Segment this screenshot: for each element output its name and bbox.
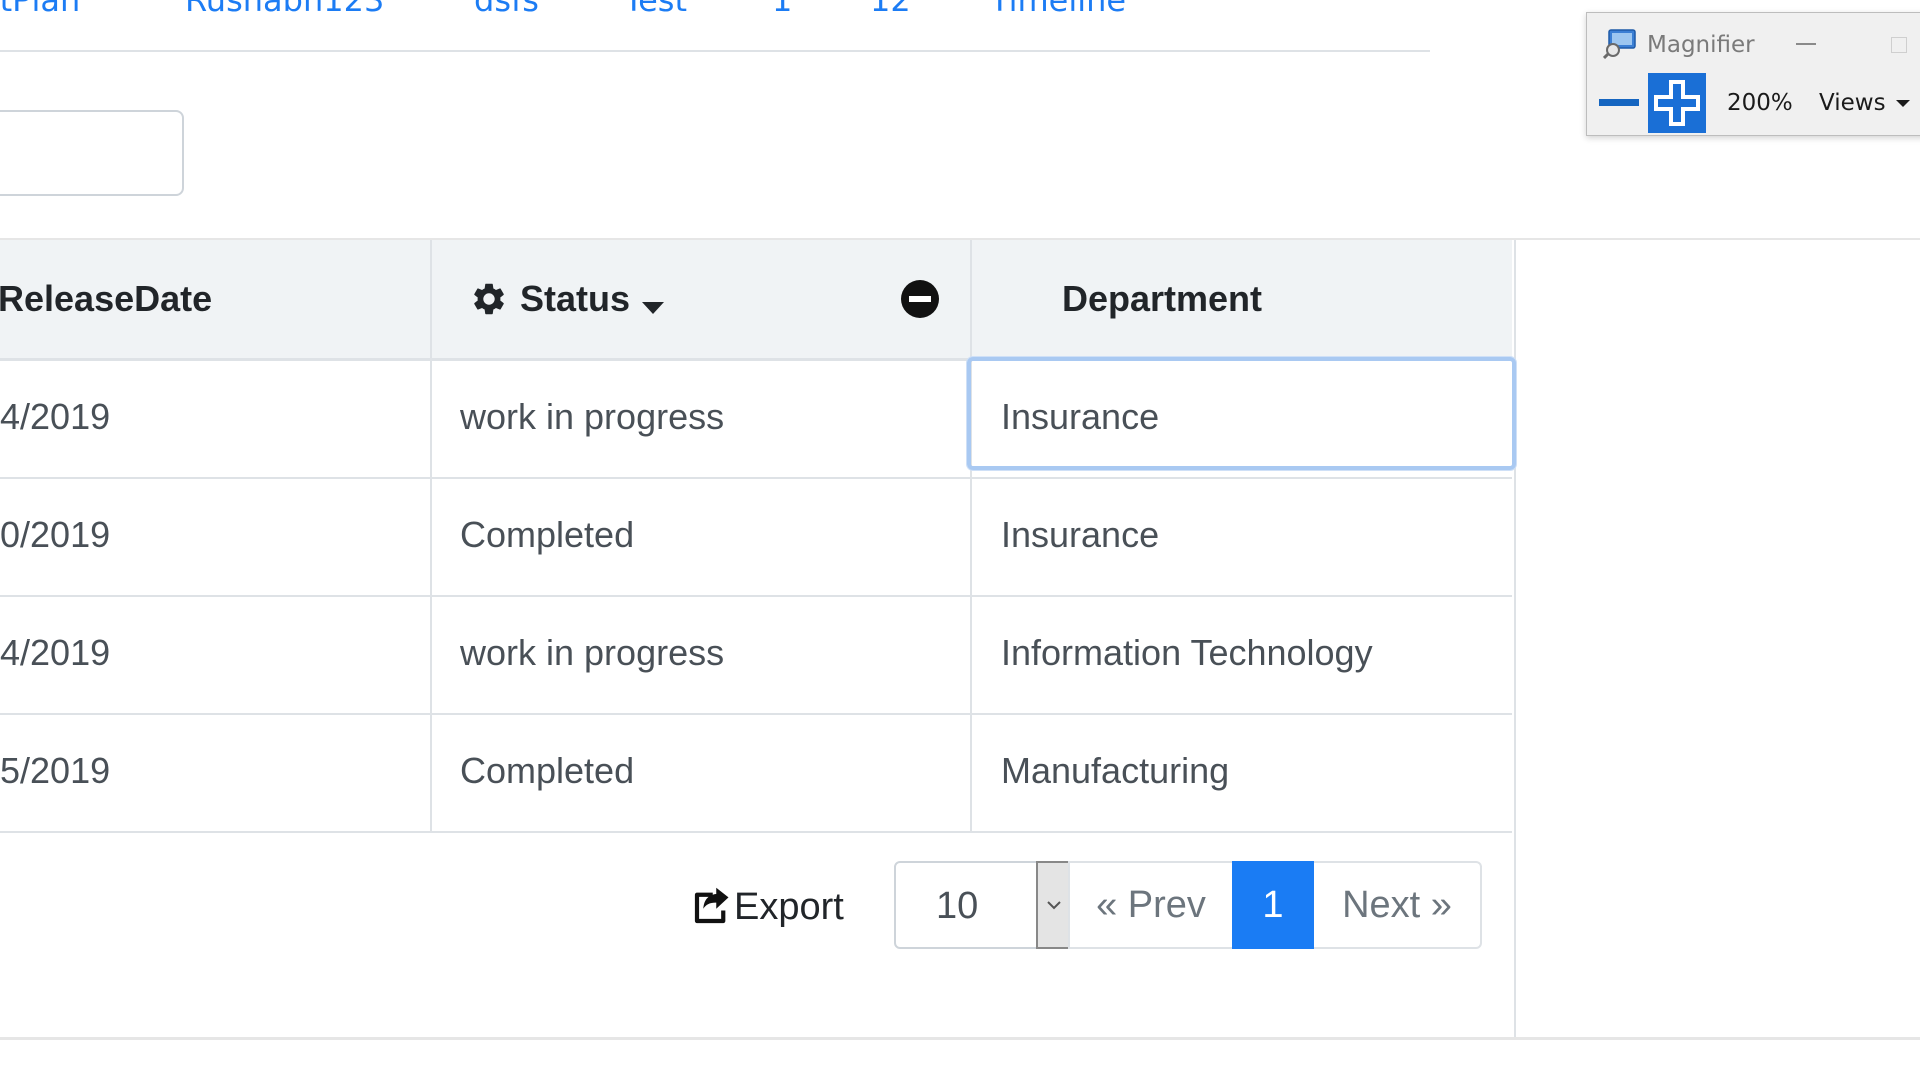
grid-header: ReleaseDate Status Department: [0, 240, 1512, 361]
tab-12[interactable]: 12: [870, 0, 911, 18]
cell-status[interactable]: Completed: [460, 513, 634, 557]
chevron-down-icon: [1047, 901, 1061, 910]
cell-status[interactable]: work in progress: [460, 631, 724, 675]
export-button[interactable]: Export: [690, 884, 844, 930]
table-row[interactable]: 0/2019 Completed Insurance: [0, 479, 1512, 597]
column-header-releasedate[interactable]: ReleaseDate: [0, 278, 212, 320]
gear-icon[interactable]: [470, 280, 508, 318]
magnifier-titlebar[interactable]: Magnifier: [1587, 13, 1920, 73]
tab-test[interactable]: Test: [624, 0, 687, 18]
tab-rushabh123[interactable]: Rushabh123: [185, 0, 384, 18]
table-row[interactable]: 4/2019 work in progress Information Tech…: [0, 597, 1512, 715]
screen: ctPlan Rushabh123 dsfs Test 1 12 Timelin…: [0, 0, 1920, 1080]
export-label: Export: [734, 886, 844, 928]
cell-status[interactable]: Completed: [460, 749, 634, 793]
page-size-value: 10: [936, 885, 979, 927]
cell-status[interactable]: work in progress: [460, 395, 724, 439]
column-header-department[interactable]: Department: [1062, 278, 1262, 320]
dropdown-toggle[interactable]: [1036, 861, 1070, 949]
search-input[interactable]: [0, 110, 184, 196]
views-menu[interactable]: Views: [1819, 89, 1910, 117]
table-row[interactable]: 4/2019 work in progress Insurance: [0, 361, 1512, 479]
bottom-divider: [0, 1037, 1920, 1040]
cell-department[interactable]: Information Technology: [1001, 631, 1373, 675]
cell-releasedate[interactable]: 4/2019: [0, 395, 110, 439]
page-size-select[interactable]: 10: [894, 861, 1070, 949]
views-label: Views: [1819, 90, 1886, 116]
maximize-button[interactable]: [1879, 27, 1917, 63]
nav-tabs: ctPlan Rushabh123 dsfs Test 1 12 Timelin…: [0, 0, 1430, 52]
magnifier-app-icon: [1603, 29, 1636, 59]
cell-department[interactable]: Insurance: [1001, 395, 1159, 439]
tab-ctplan[interactable]: ctPlan: [0, 0, 80, 18]
magnifier-window: Magnifier 200% Views: [1586, 12, 1920, 136]
minus-circle-icon[interactable]: [901, 280, 939, 318]
column-header-status[interactable]: Status: [520, 278, 630, 320]
tab-1[interactable]: 1: [772, 0, 792, 18]
next-page-button[interactable]: Next »: [1314, 861, 1482, 949]
tab-timeline[interactable]: Timeline: [990, 0, 1126, 18]
zoom-out-icon[interactable]: [1589, 73, 1645, 133]
cell-releasedate[interactable]: 5/2019: [0, 749, 110, 793]
prev-page-button[interactable]: « Prev: [1068, 861, 1232, 949]
share-icon: [694, 887, 729, 924]
caret-down-icon: [1895, 100, 1910, 107]
caret-down-icon[interactable]: [642, 302, 664, 314]
page-1-button[interactable]: 1: [1232, 861, 1314, 949]
magnifier-title: Magnifier: [1647, 32, 1755, 58]
minimize-button[interactable]: [1785, 25, 1825, 61]
cell-department[interactable]: Manufacturing: [1001, 749, 1229, 793]
tab-dsfs[interactable]: dsfs: [474, 0, 539, 18]
zoom-level: 200%: [1727, 90, 1793, 116]
cell-department[interactable]: Insurance: [1001, 513, 1159, 557]
zoom-in-icon: [1654, 80, 1700, 126]
cell-releasedate[interactable]: 4/2019: [0, 631, 110, 675]
cell-releasedate[interactable]: 0/2019: [0, 513, 110, 557]
zoom-in-button[interactable]: [1648, 73, 1706, 133]
table-row[interactable]: 5/2019 Completed Manufacturing: [0, 715, 1512, 833]
